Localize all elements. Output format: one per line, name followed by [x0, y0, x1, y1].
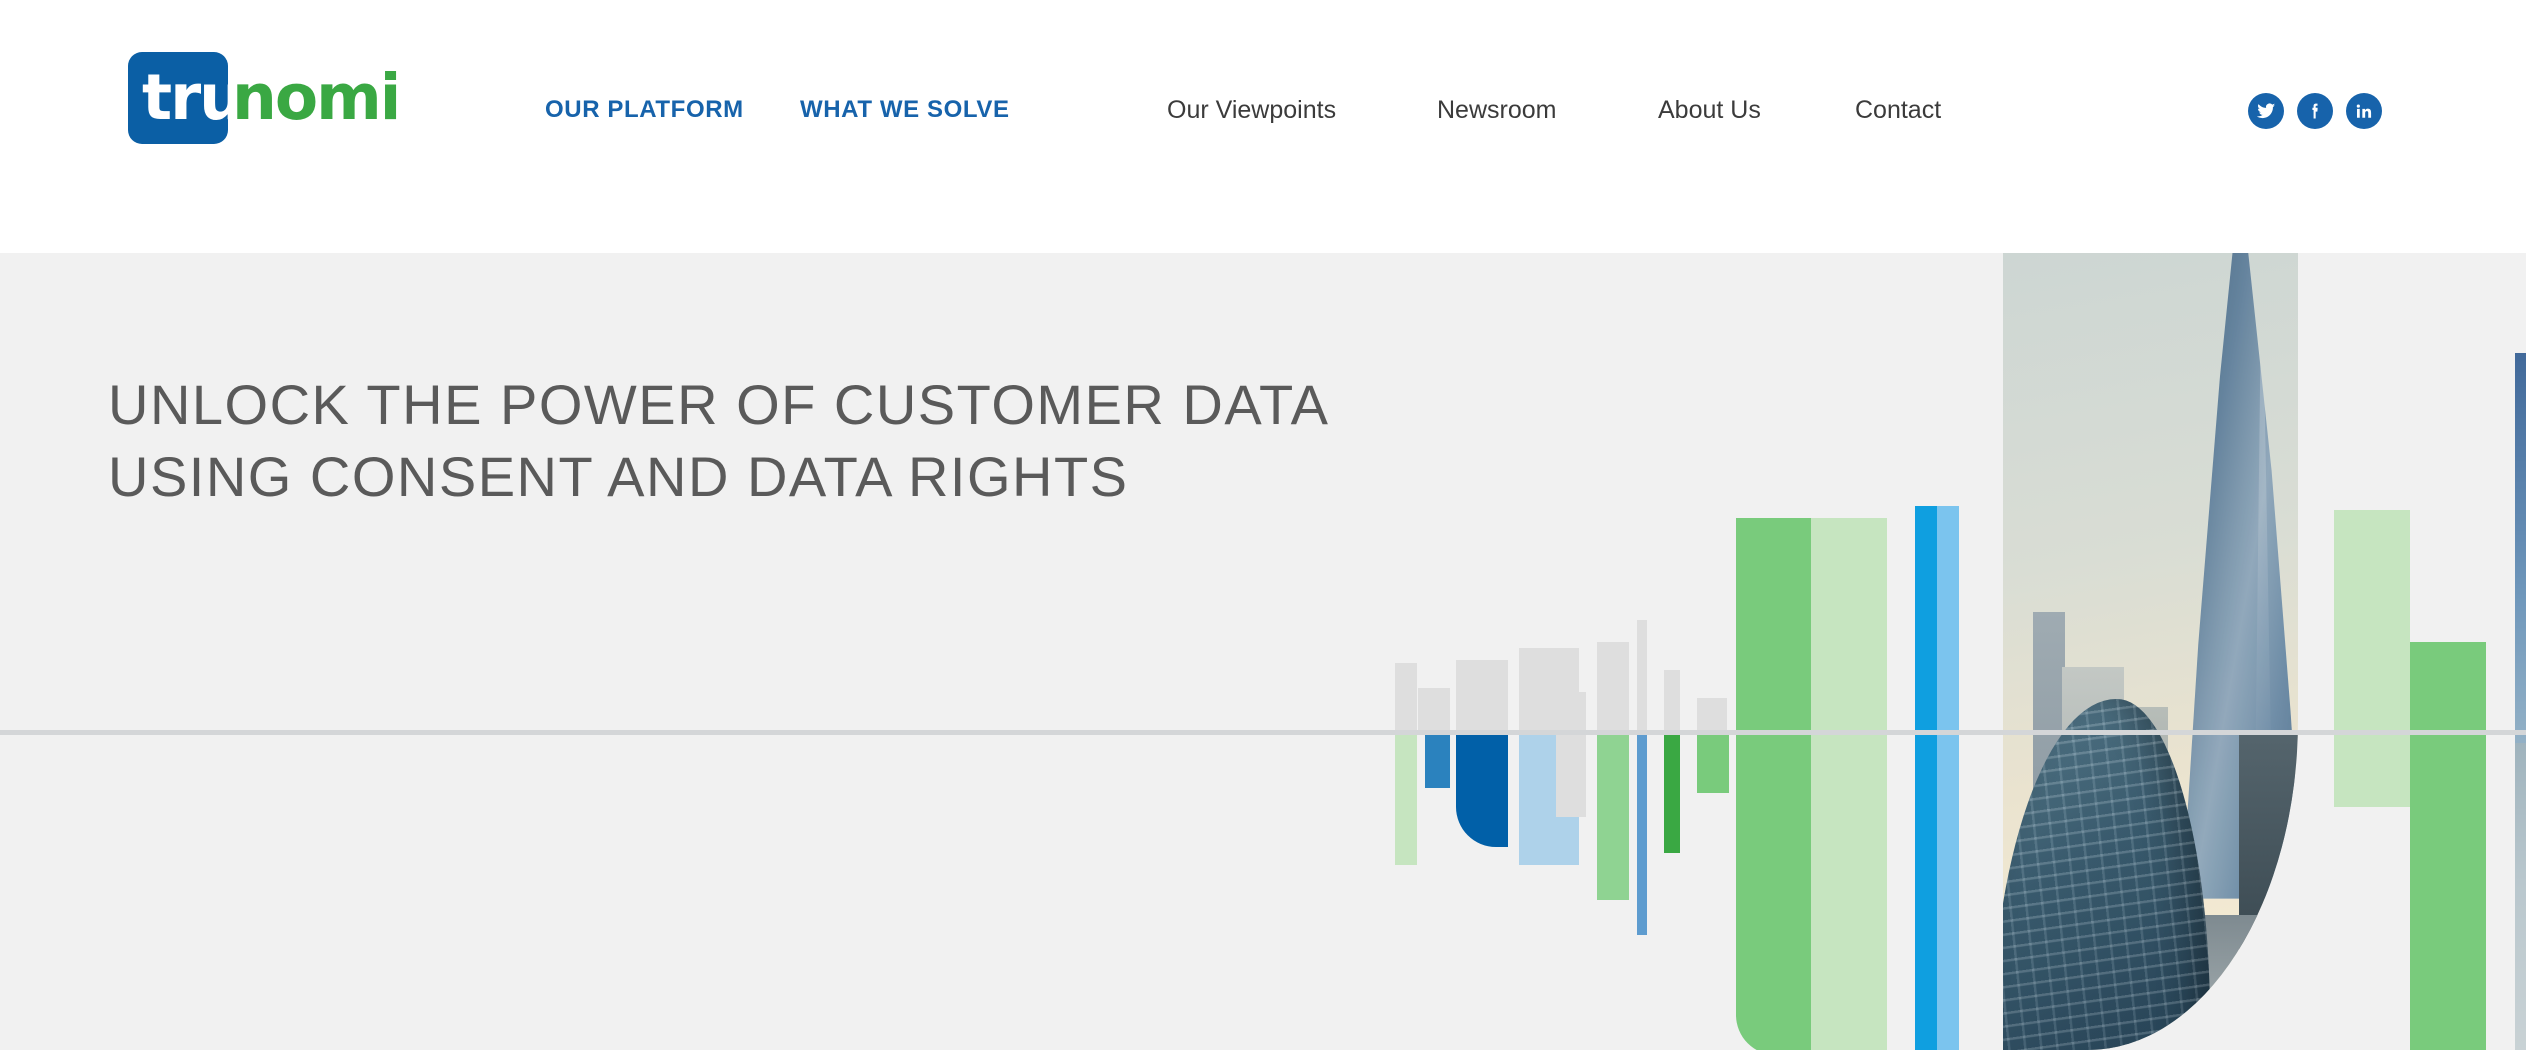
bar-lgreen-2-down [2334, 735, 2410, 807]
nav-item-newsroom[interactable]: Newsroom [1437, 96, 1556, 125]
main-navigation: OUR PLATFORM WHAT WE SOLVE Our Viewpoint… [0, 0, 2526, 253]
bar-grey-9-up [1597, 642, 1629, 730]
bar-sky-blue-up [1937, 506, 1959, 730]
linkedin-link[interactable] [2346, 93, 2382, 129]
bar-grey-8-up [1556, 692, 1586, 730]
bar-grey-10-up [1637, 620, 1647, 730]
bar-grey-8-down [1556, 735, 1586, 817]
nav-item-our-viewpoints[interactable]: Our Viewpoints [1167, 96, 1336, 125]
london-waterfront-photo [2515, 353, 2526, 1050]
london-skyline-photo [2003, 253, 2298, 1050]
facebook-icon [2312, 103, 2318, 119]
bar-grey-2-up [1418, 688, 1450, 730]
bar-mgreen-big-up [1736, 518, 1812, 730]
chart-baseline [0, 730, 2526, 735]
bar-lgreen-big-up [1811, 518, 1887, 730]
bar-grey-1-up [1395, 663, 1417, 730]
bar-mgreen-3-up [2410, 642, 2486, 730]
bar-blue-1-down [1425, 735, 1450, 788]
bar-dgreen-1-down [1664, 735, 1680, 853]
photo2-water [2515, 743, 2526, 1050]
nav-item-what-we-solve[interactable]: WHAT WE SOLVE [800, 96, 1010, 124]
twitter-link[interactable] [2248, 93, 2284, 129]
bar-grey-11-up [1664, 670, 1680, 730]
bar-lgreen-1-down [1395, 735, 1417, 865]
bar-lgreen-big-down [1811, 735, 1887, 1050]
bar-blue-2-down [1456, 735, 1508, 847]
facebook-link[interactable] [2297, 93, 2333, 129]
nav-item-contact[interactable]: Contact [1855, 96, 1941, 125]
page-title: UNLOCK THE POWER OF CUSTOMER DATA USING … [108, 373, 1330, 508]
bar-bright-blue-down [1915, 735, 1937, 1050]
nav-item-about-us[interactable]: About Us [1658, 96, 1761, 125]
bar-mgreen-2-down [1697, 735, 1729, 793]
social-links [2248, 93, 2382, 129]
bar-grey-3-up [1456, 660, 1508, 730]
bar-lgreen-2-up [2334, 510, 2410, 730]
bar-bright-blue-up [1915, 506, 1937, 730]
nav-item-our-platform[interactable]: OUR PLATFORM [545, 96, 744, 124]
linkedin-icon [2356, 104, 2372, 118]
bar-grey-12-up [1697, 698, 1727, 730]
site-header: tru nomi OUR PLATFORM WHAT WE SOLVE Our … [0, 0, 2526, 253]
bar-mgreen-3-down [2410, 735, 2486, 1050]
bar-sky-blue-down [1937, 735, 1959, 1050]
bar-mgreen-1-down [1597, 735, 1629, 900]
bar-mgreen-big-down [1736, 735, 1812, 1050]
hero-section: UNLOCK THE POWER OF CUSTOMER DATA USING … [0, 253, 2526, 1050]
twitter-icon [2256, 103, 2276, 119]
bar-sblue-1-down [1637, 735, 1647, 935]
